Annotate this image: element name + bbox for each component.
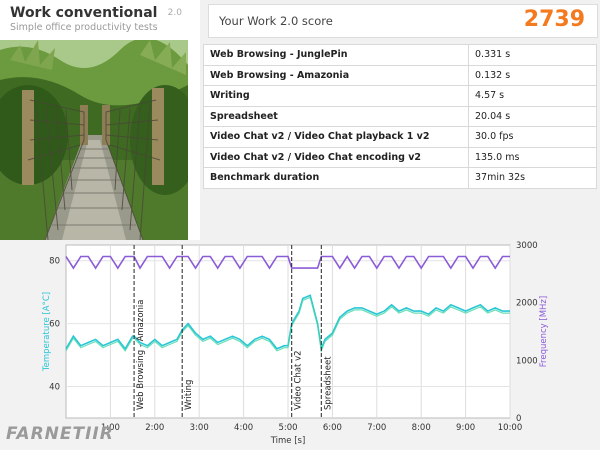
table-row: Writing 4.57 s (203, 85, 597, 107)
title-row: Work conventional 2.0 (10, 5, 182, 23)
page-title: Work conventional (10, 5, 158, 21)
test-marker-label: Spreadsheet (323, 356, 333, 410)
y-left-tick-label: 40 (49, 383, 60, 393)
results-panel: Your Work 2.0 score 2739 Web Browsing - … (200, 0, 600, 240)
result-name: Web Browsing - Amazonia (203, 64, 469, 86)
result-value: 20.04 s (468, 105, 597, 127)
x-tick-label: 7:00 (367, 423, 386, 433)
result-value: 4.57 s (468, 85, 597, 107)
x-tick-label: 2:00 (145, 423, 164, 433)
x-tick-label: 9:00 (456, 423, 475, 433)
table-row: Spreadsheet 20.04 s (203, 105, 597, 127)
watermark: FARNETIIR (6, 424, 114, 444)
y-right-tick-label: 0 (516, 414, 521, 424)
x-axis-label: Time [s] (270, 436, 306, 446)
result-name: Benchmark duration (203, 167, 469, 189)
x-tick-label: 3:00 (190, 423, 209, 433)
result-name: Web Browsing - JunglePin (203, 44, 469, 66)
results-table: Web Browsing - JunglePin 0.331 s Web Brow… (203, 44, 597, 189)
x-tick-label: 6:00 (323, 423, 342, 433)
table-row: Benchmark duration 37min 32s (203, 167, 597, 189)
result-value: 0.132 s (468, 64, 597, 86)
result-name: Writing (203, 85, 469, 107)
table-row: Web Browsing - JunglePin 0.331 s (203, 44, 597, 66)
y-right-tick-label: 3000 (516, 241, 538, 251)
test-marker-label: Web Browsing - Amazonia (136, 300, 146, 411)
table-row: Video Chat v2 / Video Chat playback 1 v2… (203, 126, 597, 148)
score-box: Your Work 2.0 score 2739 (208, 4, 598, 38)
score-label: Your Work 2.0 score (219, 14, 333, 28)
rope-bridge-image (0, 40, 188, 240)
benchmark-photo (0, 40, 188, 240)
x-tick-label: 4:00 (234, 423, 253, 433)
result-name: Video Chat v2 / Video Chat playback 1 v2 (203, 126, 469, 148)
result-name: Video Chat v2 / Video Chat encoding v2 (203, 146, 469, 168)
version-label: 2.0 (167, 8, 182, 18)
result-value: 135.0 ms (468, 146, 597, 168)
table-row: Web Browsing - Amazonia 0.132 s (203, 64, 597, 86)
table-row: Video Chat v2 / Video Chat encoding v2 13… (203, 146, 597, 168)
test-marker-label: Writing (184, 380, 194, 410)
monitoring-chart-area: 1:00 2:00 3:00 4:00 5:00 6:00 7:00 8:00 9:00 10:0… (0, 240, 600, 450)
score-value: 2739 (523, 7, 585, 32)
temperature-frequency-chart: 1:00 2:00 3:00 4:00 5:00 6:00 7:00 8:00 9:00 10:0… (42, 241, 549, 446)
result-value: 30.0 fps (468, 126, 597, 148)
y-left-axis-label: Temperature [A°C] (42, 292, 52, 372)
result-value: 0.331 s (468, 44, 597, 66)
x-tick-label: 8:00 (412, 423, 431, 433)
y-right-axis-label: Frequency [MHz] (539, 296, 549, 367)
y-right-tick-label: 2000 (516, 299, 538, 309)
result-name: Spreadsheet (203, 105, 469, 127)
y-right-tick-label: 1000 (516, 356, 538, 366)
benchmark-info-panel: Work conventional 2.0 Simple office prod… (0, 0, 188, 240)
result-value: 37min 32s (468, 167, 597, 189)
x-tick-label: 5:00 (278, 423, 297, 433)
page-subtitle: Simple office productivity tests (10, 22, 158, 33)
x-tick-label: 10:00 (498, 423, 523, 433)
test-marker-label: Video Chat v2 (294, 350, 304, 410)
y-left-tick-label: 80 (49, 257, 60, 267)
